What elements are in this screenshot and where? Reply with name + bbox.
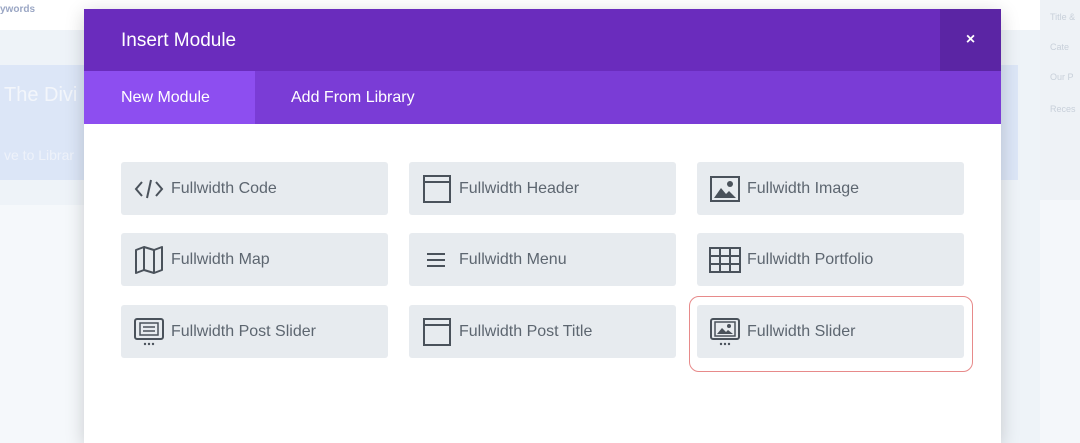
modal-header: Insert Module × [84, 9, 1001, 71]
close-button[interactable]: × [940, 9, 1001, 71]
grid-icon [708, 245, 742, 275]
module-label: Fullwidth Image [747, 179, 860, 197]
insert-module-modal: Insert Module × New Module Add From Libr… [84, 9, 1001, 443]
tab-new-module[interactable]: New Module [84, 71, 255, 124]
background-right-text: Title & [1050, 12, 1076, 22]
modal-title: Insert Module [121, 30, 237, 51]
module-fullwidth-portfolio[interactable]: Fullwidth Portfolio [697, 233, 964, 286]
module-label: Fullwidth Code [171, 179, 277, 197]
module-label: Fullwidth Menu [459, 250, 567, 268]
module-label: Fullwidth Post Title [459, 322, 593, 340]
module-label: Fullwidth Post Slider [171, 322, 316, 340]
module-fullwidth-post-slider[interactable]: Fullwidth Post Slider [121, 305, 388, 358]
module-fullwidth-post-title[interactable]: Fullwidth Post Title [409, 305, 676, 358]
module-fullwidth-map[interactable]: Fullwidth Map [121, 233, 388, 286]
background-hero-title: The Divi [4, 84, 78, 106]
background-right-text: Our P [1050, 72, 1074, 82]
module-label: Fullwidth Portfolio [747, 250, 874, 268]
tab-add-from-library[interactable]: Add From Library [291, 71, 415, 124]
map-icon [132, 245, 166, 275]
background-right-card [1040, 0, 1080, 200]
module-label: Fullwidth Header [459, 179, 580, 197]
module-fullwidth-code[interactable]: Fullwidth Code [121, 162, 388, 215]
post-slider-icon [132, 317, 166, 347]
module-label: Fullwidth Map [171, 250, 270, 268]
background-left-panel [0, 205, 84, 443]
code-icon [132, 174, 166, 204]
highlight-outline [689, 296, 973, 372]
background-hero-subtitle: ve to Librar [4, 147, 75, 163]
module-fullwidth-header[interactable]: Fullwidth Header [409, 162, 676, 215]
background-topbar-text: ywords [0, 4, 36, 15]
header-icon [420, 174, 454, 204]
post-title-icon [420, 317, 454, 347]
menu-icon [420, 245, 454, 275]
module-fullwidth-image[interactable]: Fullwidth Image [697, 162, 964, 215]
modal-tabs: New Module Add From Library [84, 71, 1001, 124]
background-right-text: Reces [1050, 104, 1076, 114]
image-icon [708, 174, 742, 204]
background-right-text: Cate [1050, 42, 1070, 52]
module-fullwidth-menu[interactable]: Fullwidth Menu [409, 233, 676, 286]
